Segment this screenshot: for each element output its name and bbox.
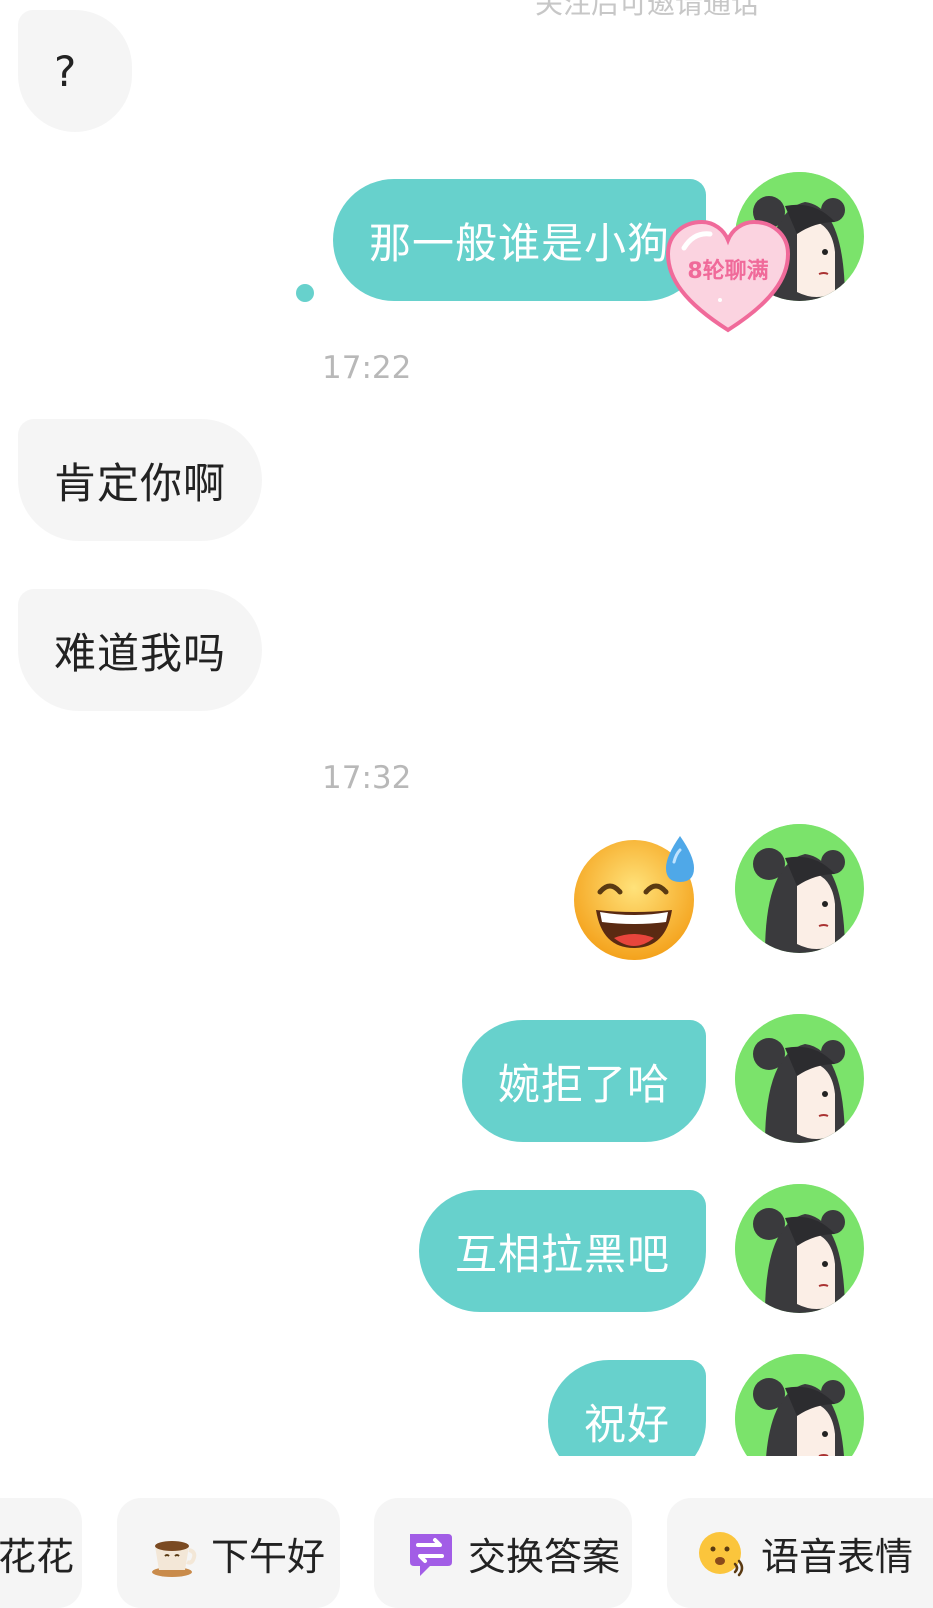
quick-reply-label: 交换答案 — [468, 1534, 621, 1579]
badge-label: 8轮聊满 — [687, 258, 768, 284]
coffee-cup-icon — [152, 1541, 197, 1577]
quick-reply-label: 下午好 — [211, 1534, 326, 1579]
quick-reply-voice-emoji[interactable]: 语音表情 — [667, 1498, 933, 1608]
message-text: 肯定你啊 — [54, 458, 227, 508]
message-bubble-sent[interactable]: 婉拒了哈 — [461, 1020, 706, 1142]
message-text: 那一般谁是小狗 — [368, 218, 670, 268]
message-bubble-received[interactable]: ? — [18, 10, 132, 132]
sweat-smile-emoji-icon[interactable] — [570, 832, 702, 964]
message-text: 互相拉黑吧 — [454, 1229, 670, 1279]
unread-dot — [296, 284, 314, 302]
message-text: 婉拒了哈 — [497, 1059, 670, 1109]
top-notice-clipped: 关注后可邀请通话 — [535, 0, 760, 20]
message-text: ? — [54, 46, 78, 96]
avatar[interactable] — [735, 1014, 864, 1143]
voice-emoji-icon — [699, 1532, 744, 1577]
exchange-icon — [410, 1534, 452, 1576]
heart-badge-icon: 8轮聊满 — [665, 219, 791, 333]
quick-reply-good-afternoon[interactable]: 下午好 — [117, 1498, 340, 1608]
message-text: 难道我吗 — [54, 628, 227, 678]
timestamp: 17:32 — [322, 760, 412, 796]
quick-reply-bar: 花花 下午好 交换答案 语音表情 — [0, 1498, 933, 1608]
quick-reply-label: 花花 — [0, 1534, 75, 1579]
quick-reply-label: 语音表情 — [761, 1534, 914, 1579]
message-bubble-sent[interactable]: 互相拉黑吧 — [418, 1190, 706, 1312]
quick-reply-flower[interactable]: 花花 — [0, 1498, 82, 1608]
avatar[interactable] — [735, 824, 864, 953]
message-text: 祝好 — [583, 1399, 670, 1449]
timestamp: 17:22 — [322, 350, 412, 386]
avatar[interactable] — [735, 1184, 864, 1313]
message-bubble-received[interactable]: 难道我吗 — [18, 589, 263, 711]
quick-reply-exchange-answers[interactable]: 交换答案 — [374, 1498, 632, 1608]
message-bubble-received[interactable]: 肯定你啊 — [18, 419, 263, 541]
message-bubble-sent[interactable]: 那一般谁是小狗 — [332, 179, 706, 301]
